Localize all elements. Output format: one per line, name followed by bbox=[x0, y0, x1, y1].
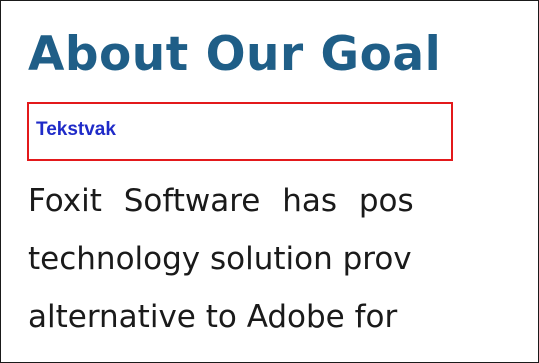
text-box-label: Tekstvak bbox=[36, 119, 116, 140]
paragraph-line: Foxit Software has pos bbox=[28, 183, 414, 219]
text-box-field[interactable]: Tekstvak bbox=[27, 102, 453, 161]
page-heading: About Our Goal bbox=[28, 27, 442, 82]
paragraph-line: technology solution prov bbox=[28, 241, 412, 277]
paragraph-line: alternative to Adobe for bbox=[28, 299, 398, 335]
document-view: About Our Goal Tekstvak Foxit Software h… bbox=[0, 0, 539, 363]
